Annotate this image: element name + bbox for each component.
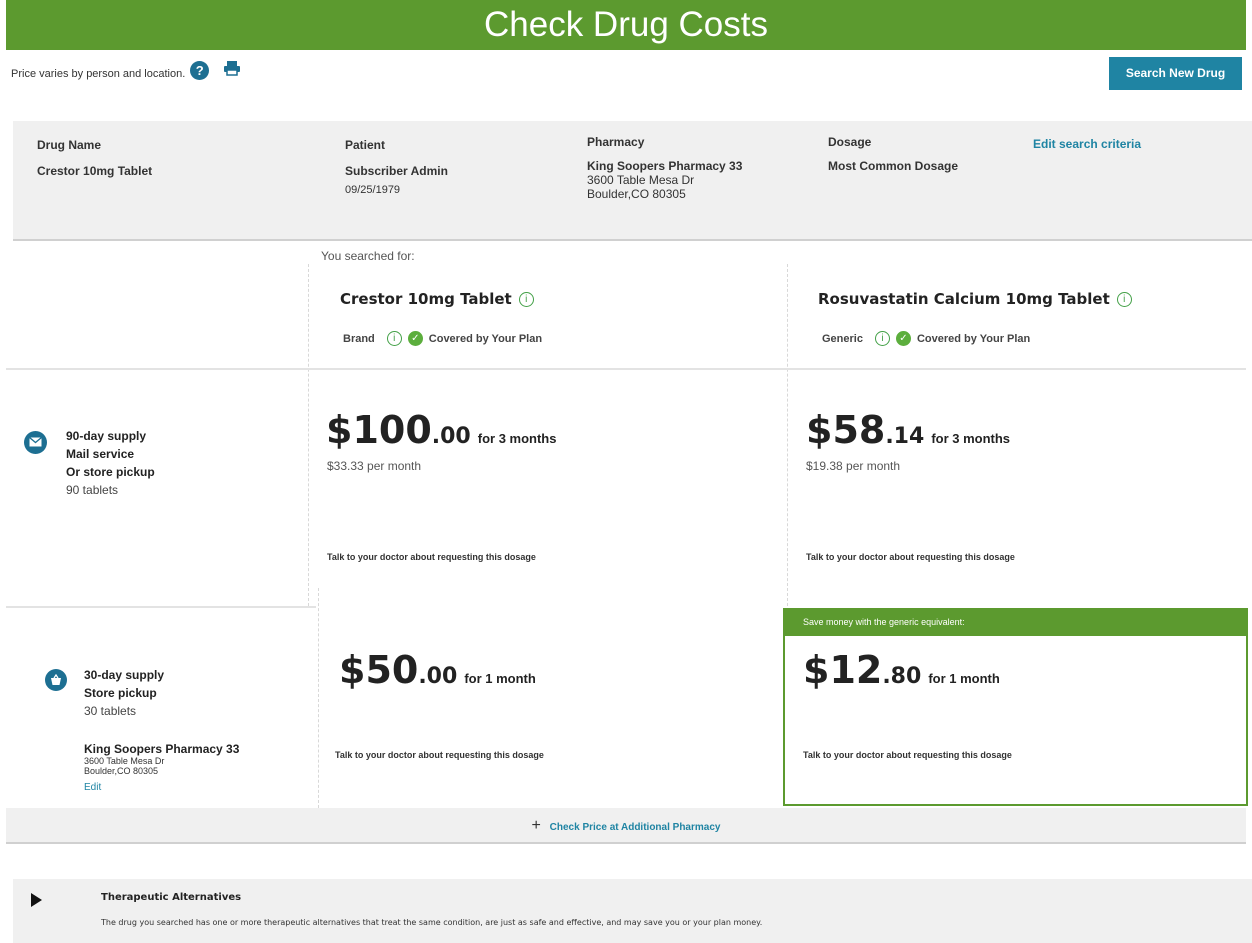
plus-icon: + xyxy=(531,817,541,834)
supply-30-line1: 30-day supply xyxy=(84,668,165,682)
price-cents: .80 xyxy=(882,664,922,689)
supply-30-pharmacy-address2: Boulder,CO 80305 xyxy=(84,766,159,776)
price-period: for 3 months xyxy=(931,431,1011,446)
generic-drug-name: Rosuvastatin Calcium 10mg Tablet xyxy=(818,290,1110,308)
edit-search-criteria-link[interactable]: Edit search criteria xyxy=(1033,137,1141,151)
info-icon[interactable]: i xyxy=(874,331,890,346)
price-period: for 3 months xyxy=(477,431,557,446)
supply-90-line1: 90-day supply xyxy=(66,429,147,443)
price-cents: .00 xyxy=(418,664,458,689)
criteria-drug-value: Crestor 10mg Tablet xyxy=(37,164,153,178)
price-30-brand: $50 .00 for 1 month xyxy=(339,648,536,692)
therapeutic-alternatives-title: Therapeutic Alternatives xyxy=(101,892,242,903)
price-30-generic: $12 .80 for 1 month xyxy=(803,648,1000,692)
check-additional-pharmacy-label: Check Price at Additional Pharmacy xyxy=(549,822,721,833)
criteria-drug-heading: Drug Name xyxy=(37,138,102,152)
criteria-dosage: Dosage Most Common Dosage xyxy=(828,135,958,173)
expand-triangle-icon[interactable] xyxy=(31,893,42,907)
price-90-generic-monthly: $19.38 per month xyxy=(806,459,901,473)
printer-icon[interactable] xyxy=(223,60,241,79)
help-icon[interactable]: ? xyxy=(190,61,210,80)
price-dollars: $50 xyxy=(339,648,419,692)
price-90-brand-monthly: $33.33 per month xyxy=(327,459,422,473)
price-cents: .00 xyxy=(431,424,471,449)
info-icon[interactable]: i xyxy=(518,291,534,307)
pharmacy-store-icon xyxy=(45,669,67,691)
price-disclaimer-text: Price varies by person and location. xyxy=(11,67,186,80)
supply-30-pharmacy-edit-link[interactable]: Edit xyxy=(84,782,239,793)
price-dollars: $58 xyxy=(806,408,886,452)
price-30-generic-note: Talk to your doctor about requesting thi… xyxy=(803,750,1012,760)
price-period: for 1 month xyxy=(464,671,536,686)
price-dollars: $100 xyxy=(326,408,432,452)
brand-coverage-row: Brand i ✓ Covered by Your Plan xyxy=(343,331,542,346)
page-title-bar: Check Drug Costs xyxy=(6,0,1246,50)
supply-30-qty: 30 tablets xyxy=(84,704,137,718)
criteria-pharmacy-address1: 3600 Table Mesa Dr xyxy=(587,173,695,187)
searched-for-label: You searched for: xyxy=(321,249,415,263)
row-divider xyxy=(6,368,1246,370)
brand-drug-title: Crestor 10mg Tablet i xyxy=(340,290,534,308)
supply-30-line2: Store pickup xyxy=(84,686,157,700)
info-icon[interactable]: i xyxy=(1116,291,1132,307)
price-90-brand-note: Talk to your doctor about requesting thi… xyxy=(327,552,536,562)
price-dollars: $12 xyxy=(803,648,883,692)
supply-90-line3: Or store pickup xyxy=(66,465,155,479)
supply-30-info: 30-day supply Store pickup 30 tablets xyxy=(84,666,164,720)
brand-coverage-text: Covered by Your Plan xyxy=(428,332,543,345)
generic-coverage-row: Generic i ✓ Covered by Your Plan xyxy=(822,331,1030,346)
therapeutic-alternatives-description: The drug you searched has one or more th… xyxy=(101,918,763,927)
generic-drug-title: Rosuvastatin Calcium 10mg Tablet i xyxy=(818,290,1132,308)
generic-savings-box xyxy=(783,616,1248,806)
price-90-brand: $100 .00 for 3 months xyxy=(326,408,556,452)
column-divider xyxy=(308,264,309,606)
criteria-patient: Patient Subscriber Admin 09/25/1979 xyxy=(345,138,448,196)
column-divider xyxy=(318,588,319,808)
criteria-pharmacy-heading: Pharmacy xyxy=(587,135,645,149)
criteria-pharmacy-name: King Soopers Pharmacy 33 xyxy=(587,159,743,173)
page-title: Check Drug Costs xyxy=(484,5,768,44)
price-90-generic-note: Talk to your doctor about requesting thi… xyxy=(806,552,1015,562)
price-90-generic: $58 .14 for 3 months xyxy=(806,408,1010,452)
criteria-dosage-heading: Dosage xyxy=(828,135,872,149)
supply-30-pharmacy-address1: 3600 Table Mesa Dr xyxy=(84,756,165,766)
column-divider xyxy=(787,264,788,606)
therapeutic-alternatives-panel: Therapeutic Alternatives The drug you se… xyxy=(13,879,1252,943)
criteria-patient-name: Subscriber Admin xyxy=(345,164,448,178)
search-new-drug-button[interactable]: Search New Drug xyxy=(1109,57,1242,90)
price-30-brand-note: Talk to your doctor about requesting thi… xyxy=(335,750,544,760)
supply-90-info: 90-day supply Mail service Or store pick… xyxy=(66,427,155,499)
mail-icon xyxy=(24,431,47,454)
generic-coverage-text: Covered by Your Plan xyxy=(916,332,1031,345)
generic-savings-banner: Save money with the generic equivalent: xyxy=(783,608,1248,636)
criteria-patient-heading: Patient xyxy=(345,138,386,152)
generic-type-label: Generic xyxy=(822,332,863,345)
check-icon: ✓ xyxy=(895,331,911,346)
criteria-pharmacy: Pharmacy King Soopers Pharmacy 33 3600 T… xyxy=(587,135,742,201)
row-divider xyxy=(6,606,316,608)
supply-90-line2: Mail service xyxy=(66,447,135,461)
supply-90-qty: 90 tablets xyxy=(66,483,119,497)
criteria-drug-name: Drug Name Crestor 10mg Tablet xyxy=(37,138,152,178)
criteria-dosage-value: Most Common Dosage xyxy=(828,159,959,173)
criteria-pharmacy-address2: Boulder,CO 80305 xyxy=(587,187,686,201)
supply-30-pharmacy: King Soopers Pharmacy 33 3600 Table Mesa… xyxy=(84,742,239,793)
brand-drug-name: Crestor 10mg Tablet xyxy=(340,290,512,308)
criteria-patient-dob: 09/25/1979 xyxy=(345,184,401,196)
search-criteria-panel: Drug Name Crestor 10mg Tablet Patient Su… xyxy=(13,121,1252,241)
brand-type-label: Brand xyxy=(343,332,375,345)
price-cents: .14 xyxy=(885,424,925,449)
supply-30-pharmacy-name: King Soopers Pharmacy 33 xyxy=(84,742,240,756)
info-icon[interactable]: i xyxy=(386,331,402,346)
check-additional-pharmacy-button[interactable]: + Check Price at Additional Pharmacy xyxy=(6,808,1246,844)
price-period: for 1 month xyxy=(928,671,1000,686)
price-disclaimer: Price varies by person and location. ? xyxy=(11,61,241,80)
check-icon: ✓ xyxy=(407,331,423,346)
